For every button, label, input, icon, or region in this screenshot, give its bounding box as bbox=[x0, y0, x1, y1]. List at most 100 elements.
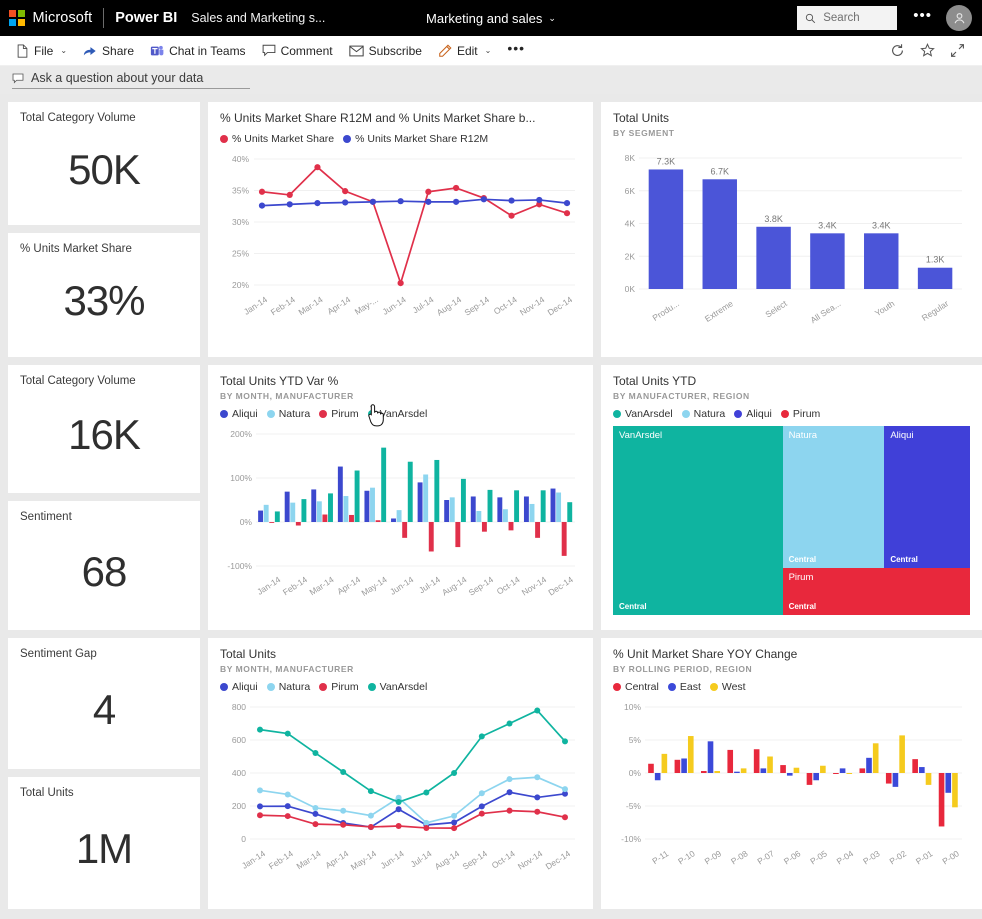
fullscreen-button[interactable] bbox=[944, 38, 970, 64]
legend-label: % Units Market Share bbox=[232, 133, 334, 145]
microsoft-logo[interactable] bbox=[9, 10, 25, 26]
treemap-cell-manufacturer: Pirum bbox=[789, 572, 814, 583]
legend-item[interactable]: Aliqui bbox=[220, 681, 258, 693]
legend-item[interactable]: VanArsdel bbox=[613, 408, 673, 420]
svg-text:-5%: -5% bbox=[626, 801, 642, 811]
svg-text:P-11: P-11 bbox=[650, 848, 670, 866]
edit-button[interactable]: Edit ⌄ bbox=[430, 38, 499, 64]
svg-text:8K: 8K bbox=[625, 153, 636, 163]
chart-tile-market-share-line[interactable]: % Units Market Share R12M and % Units Ma… bbox=[208, 102, 593, 357]
chart-tile-market-share-yoy[interactable]: % Unit Market Share YOY Change BY ROLLIN… bbox=[601, 638, 982, 909]
qa-question-input[interactable]: Ask a question about your data bbox=[12, 71, 250, 89]
chart-plot-area: -100%0%100%200%Jan-14Feb-14Mar-14Apr-14M… bbox=[220, 426, 581, 612]
kpi-card-total-category-volume-50k[interactable]: Total Category Volume 50K bbox=[8, 102, 200, 225]
subscribe-button[interactable]: Subscribe bbox=[341, 38, 430, 64]
legend-item[interactable]: VanArsdel bbox=[368, 408, 428, 420]
treemap-cell-region: Central bbox=[890, 555, 918, 564]
svg-text:Sep-14: Sep-14 bbox=[462, 294, 491, 317]
legend-item[interactable]: Natura bbox=[267, 408, 311, 420]
legend-item[interactable]: Pirum bbox=[319, 408, 358, 420]
kpi-card-sentiment-gap[interactable]: Sentiment Gap 4 bbox=[8, 638, 200, 769]
svg-text:Dec-14: Dec-14 bbox=[546, 574, 575, 597]
page-title[interactable]: Marketing and sales bbox=[426, 11, 542, 26]
kpi-card-units-market-share[interactable]: % Units Market Share 33% bbox=[8, 233, 200, 357]
svg-text:P-01: P-01 bbox=[914, 848, 935, 866]
kpi-card-total-units[interactable]: Total Units 1M bbox=[8, 777, 200, 909]
chart-plot-area: 0K2K4K6K8K7.3K6.7K3.8K3.4K3.4K1.3KProdu.… bbox=[613, 144, 970, 349]
legend-item[interactable]: % Units Market Share R12M bbox=[343, 133, 488, 145]
treemap-cell-region: Central bbox=[789, 555, 817, 564]
chart-title: Total Units bbox=[613, 112, 970, 126]
kpi-value: 16K bbox=[20, 387, 188, 483]
favorite-star-icon bbox=[920, 43, 935, 58]
svg-text:0: 0 bbox=[241, 834, 246, 844]
legend-item[interactable]: VanArsdel bbox=[368, 681, 428, 693]
legend-item[interactable]: Pirum bbox=[781, 408, 820, 420]
kpi-title: Sentiment Gap bbox=[20, 648, 188, 660]
treemap-cell[interactable]: PirumCentral bbox=[783, 568, 970, 615]
chat-in-teams-button[interactable]: Chat in Teams bbox=[142, 38, 253, 64]
svg-text:Mar-14: Mar-14 bbox=[297, 294, 325, 317]
legend-item[interactable]: Aliqui bbox=[220, 408, 258, 420]
svg-text:4K: 4K bbox=[625, 218, 636, 228]
comment-label: Comment bbox=[281, 44, 333, 58]
powerbi-wordmark[interactable]: Power BI bbox=[115, 10, 177, 26]
legend-item[interactable]: Aliqui bbox=[734, 408, 772, 420]
legend-item[interactable]: Natura bbox=[267, 681, 311, 693]
svg-text:Mar-14: Mar-14 bbox=[295, 848, 323, 871]
svg-text:1.3K: 1.3K bbox=[926, 255, 945, 265]
svg-text:100%: 100% bbox=[230, 473, 252, 483]
svg-text:Mar-14: Mar-14 bbox=[308, 574, 336, 597]
chart-tile-total-units-by-month[interactable]: Total Units BY MONTH, MANUFACTURER Aliqu… bbox=[208, 638, 593, 909]
report-name[interactable]: Sales and Marketing s... bbox=[191, 11, 325, 25]
search-input[interactable]: Search bbox=[797, 6, 897, 30]
kpi-card-total-category-volume-16k[interactable]: Total Category Volume 16K bbox=[8, 365, 200, 493]
favorite-button[interactable] bbox=[914, 38, 940, 64]
subscribe-label: Subscribe bbox=[369, 44, 422, 58]
treemap-cell[interactable]: AliquiCentral bbox=[884, 426, 970, 568]
chart-title: Total Units YTD Var % bbox=[220, 375, 581, 389]
legend-item[interactable]: Central bbox=[613, 681, 659, 693]
legend-swatch bbox=[343, 135, 351, 143]
chart-tile-total-units-by-segment[interactable]: Total Units BY SEGMENT 0K2K4K6K8K7.3K6.7… bbox=[601, 102, 982, 357]
legend-item[interactable]: Natura bbox=[682, 408, 726, 420]
legend-item[interactable]: Pirum bbox=[319, 681, 358, 693]
chart-tile-total-units-ytd-var[interactable]: Total Units YTD Var % BY MONTH, MANUFACT… bbox=[208, 365, 593, 630]
svg-text:3.4K: 3.4K bbox=[818, 220, 837, 230]
comment-button[interactable]: Comment bbox=[254, 38, 341, 64]
share-button[interactable]: Share bbox=[75, 38, 142, 64]
chart-subtitle: BY MONTH, MANUFACTURER bbox=[220, 391, 581, 401]
refresh-button[interactable] bbox=[884, 38, 910, 64]
legend-item[interactable]: West bbox=[710, 681, 746, 693]
svg-text:Youth: Youth bbox=[873, 298, 897, 318]
svg-text:Nov-14: Nov-14 bbox=[518, 294, 547, 317]
kpi-value: 1M bbox=[20, 799, 188, 899]
svg-text:Apr-14: Apr-14 bbox=[323, 848, 350, 870]
legend-item[interactable]: East bbox=[668, 681, 701, 693]
avatar[interactable] bbox=[946, 5, 972, 31]
kpi-title: Total Category Volume bbox=[20, 375, 188, 387]
treemap-cell-region: Central bbox=[619, 602, 647, 611]
legend-label: Central bbox=[625, 681, 659, 693]
topbar-more-button[interactable]: ••• bbox=[913, 8, 932, 28]
treemap-cell[interactable]: NaturaCentral bbox=[783, 426, 885, 568]
legend-label: Pirum bbox=[331, 408, 358, 420]
fullscreen-icon bbox=[950, 43, 965, 58]
svg-text:Feb-14: Feb-14 bbox=[281, 574, 309, 597]
comment-icon bbox=[262, 44, 276, 57]
svg-text:Feb-14: Feb-14 bbox=[269, 294, 297, 317]
chart-tile-total-units-ytd-treemap[interactable]: Total Units YTD BY MANUFACTURER, REGION … bbox=[601, 365, 982, 630]
kpi-card-sentiment[interactable]: Sentiment 68 bbox=[8, 501, 200, 630]
legend-item[interactable]: % Units Market Share bbox=[220, 133, 334, 145]
svg-text:All Sea...: All Sea... bbox=[809, 298, 843, 325]
treemap-cell[interactable]: VanArsdelCentral bbox=[613, 426, 783, 615]
kpi-title: Total Units bbox=[20, 787, 188, 799]
svg-text:40%: 40% bbox=[232, 154, 249, 164]
svg-text:Apr-14: Apr-14 bbox=[325, 294, 352, 316]
svg-text:Regular: Regular bbox=[920, 298, 951, 323]
chevron-down-icon[interactable]: ⌄ bbox=[548, 13, 556, 24]
legend-swatch bbox=[220, 683, 228, 691]
chart-title: % Units Market Share R12M and % Units Ma… bbox=[220, 112, 581, 126]
file-menu-button[interactable]: File ⌄ bbox=[8, 38, 75, 64]
command-bar-overflow-button[interactable]: ••• bbox=[499, 41, 533, 61]
